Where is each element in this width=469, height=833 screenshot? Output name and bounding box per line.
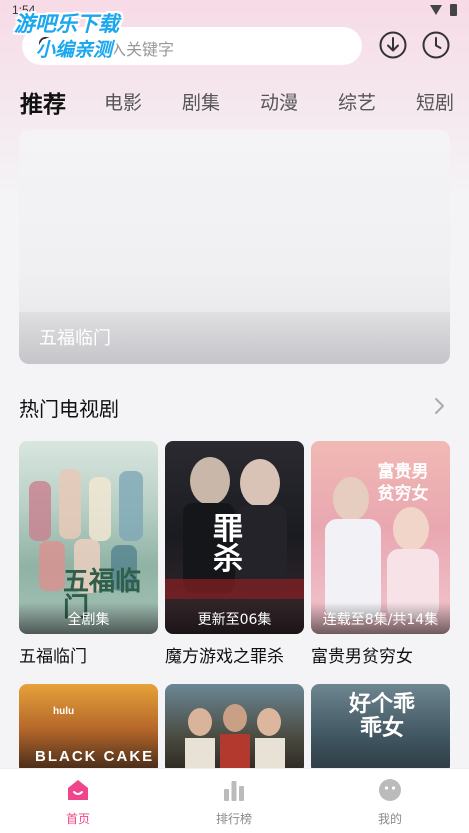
nav-home-label: 首页 — [65, 812, 90, 826]
poster-title-guaiguainv: 好个乖乖女 — [348, 691, 415, 741]
chevron-right-icon[interactable] — [432, 397, 448, 415]
featured-banner[interactable]: 五福临门 — [19, 130, 450, 364]
tab-series[interactable]: 剧集 — [182, 88, 220, 115]
battery-icon — [450, 4, 457, 16]
tab-variety[interactable]: 综艺 — [338, 88, 376, 115]
poster-brand-hulu: hulu — [53, 706, 75, 717]
nav-ranking[interactable]: 排行榜 — [194, 775, 274, 827]
watermark-line1: 游吧乐下载 — [14, 13, 119, 36]
card-badge: 全剧集 — [19, 602, 158, 634]
drama-card-guaiguainv[interactable]: 好个乖乖女 — [311, 684, 450, 774]
watermark-line2: 小编亲测 — [36, 40, 113, 61]
history-clock-icon[interactable] — [421, 30, 451, 60]
nav-home[interactable]: 首页 — [38, 775, 118, 827]
tab-anime[interactable]: 动漫 — [260, 88, 298, 115]
status-icons — [430, 4, 457, 16]
card-badge: 连载至8集/共14集 — [311, 602, 450, 634]
drama-card-mofang[interactable]: 罪杀 更新至06集 — [165, 441, 304, 634]
card-title-mofang[interactable]: 魔方游戏之罪杀 — [165, 642, 284, 667]
nav-profile[interactable]: 我的 — [350, 775, 430, 827]
drama-card-middle[interactable] — [165, 684, 304, 774]
poster-art-middle — [185, 704, 285, 774]
watermark: 游吧乐下载 小编亲测 — [14, 12, 119, 64]
card-title-wufu[interactable]: 五福临门 — [19, 642, 87, 667]
card-badge: 更新至06集 — [165, 602, 304, 634]
drama-card-fugui[interactable]: 富贵男贫穷女 连载至8集/共14集 — [311, 441, 450, 634]
poster-title-black-cake: BLACK CAKE — [35, 748, 155, 765]
download-icon[interactable] — [378, 30, 408, 60]
home-icon — [68, 780, 88, 800]
tab-short-drama[interactable]: 短剧 — [416, 88, 454, 115]
ranking-icon — [224, 781, 244, 801]
drama-card-wufu[interactable]: 五福临门 全剧集 — [19, 441, 158, 634]
drama-card-black-cake[interactable]: hulu BLACK CAKE — [19, 684, 158, 774]
poster-title-fugui: 富贵男贫穷女 — [377, 462, 429, 504]
section-title-hot-tv: 热门电视剧 — [19, 397, 119, 421]
category-tabs: 推荐 电影 剧集 动漫 综艺 短剧 — [0, 82, 469, 122]
tab-recommend[interactable]: 推荐 — [20, 85, 66, 119]
bottom-navigation: 首页 排行榜 我的 — [0, 768, 469, 833]
profile-icon — [379, 779, 401, 801]
card-title-fugui[interactable]: 富贵男贫穷女 — [311, 642, 413, 667]
wifi-icon — [430, 5, 442, 15]
banner-title: 五福临门 — [39, 328, 111, 349]
nav-ranking-label: 排行榜 — [215, 812, 252, 826]
nav-profile-label: 我的 — [377, 812, 402, 826]
poster-title-mofang: 罪杀 — [213, 512, 243, 577]
tab-movie[interactable]: 电影 — [104, 88, 142, 115]
